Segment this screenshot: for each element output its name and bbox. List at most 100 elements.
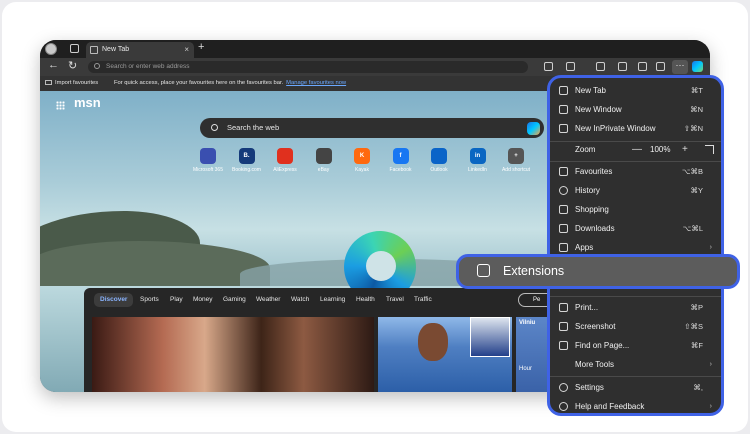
fullscreen-icon[interactable] <box>705 145 714 154</box>
menu-label: Favourites <box>575 167 613 176</box>
menu-shortcut: ⌘Y <box>690 186 703 195</box>
quick-link[interactable]: Microsoft 365 <box>188 148 228 173</box>
menu-item-screenshot[interactable]: Screenshot ⇧⌘S <box>550 318 721 336</box>
menu-item-zoom: Zoom — 100% + <box>550 141 721 159</box>
feed-tab[interactable]: Gaming <box>223 288 246 312</box>
manage-favourites-link[interactable]: Manage favourites now <box>286 80 346 86</box>
menu-item-settings[interactable]: Settings ⌘, <box>550 379 721 397</box>
feed-tab[interactable]: Money <box>193 288 213 312</box>
quick-link[interactable]: B. Booking.com <box>227 148 267 173</box>
menu-item-new-inprivate-window[interactable]: New InPrivate Window ⇧⌘N <box>550 120 721 138</box>
news-image-politician[interactable] <box>378 317 512 392</box>
import-favourites-label: Import favourites <box>55 80 99 86</box>
new-tab-icon <box>559 86 568 95</box>
menu-label: Settings <box>575 383 604 392</box>
web-search-input[interactable]: Search the web <box>200 118 544 138</box>
menu-item-more-tools[interactable]: More Tools › <box>550 356 721 374</box>
puzzle-icon <box>477 264 490 277</box>
history-icon <box>559 186 568 195</box>
import-favourites-button[interactable]: Import favourites <box>45 76 98 91</box>
menu-shortcut: ⌘N <box>690 105 703 114</box>
quick-link[interactable]: + Add shortcut <box>496 148 536 173</box>
screenshot-icon <box>559 322 568 331</box>
menu-label: More Tools <box>575 360 614 369</box>
quick-link[interactable]: in LinkedIn <box>458 148 498 173</box>
news-image-inset <box>470 317 510 357</box>
menu-item-downloads[interactable]: Downloads ⌥⌘L <box>550 220 721 238</box>
feed-tab[interactable]: Travel <box>386 288 404 312</box>
menu-item-print[interactable]: Print... ⌘P <box>550 299 721 317</box>
menu-item-shopping[interactable]: Shopping <box>550 201 721 219</box>
menu-label: Find on Page... <box>575 341 630 350</box>
quick-link-icon <box>277 148 293 164</box>
app-launcher-icon[interactable] <box>56 101 65 110</box>
tab-actions-icon[interactable] <box>70 44 79 53</box>
extensions-label: Extensions <box>503 264 565 278</box>
collections-icon[interactable] <box>638 62 647 71</box>
zoom-out-button[interactable]: — <box>632 141 642 159</box>
feed-tab[interactable]: Discover <box>94 293 134 307</box>
news-image-wrestlers[interactable] <box>92 317 374 392</box>
feed-tab[interactable]: Sports <box>140 288 159 312</box>
back-button[interactable]: ← <box>48 59 59 71</box>
quick-link[interactable]: f Facebook <box>381 148 421 173</box>
settings-and-more-button[interactable]: ··· <box>672 60 688 74</box>
menu-label: History <box>575 186 600 195</box>
toolbar: ← ↻ Search or enter web address ··· <box>40 58 710 76</box>
menu-label: Screenshot <box>575 322 616 331</box>
feed-tab[interactable]: Weather <box>256 288 280 312</box>
menu-shortcut: ⌘F <box>690 341 703 350</box>
refresh-button[interactable]: ↻ <box>68 59 77 72</box>
zoom-in-button[interactable]: + <box>682 141 688 159</box>
profile-avatar[interactable] <box>45 43 57 55</box>
quick-link-icon: in <box>469 148 486 164</box>
menu-shortcut: ⌘T <box>690 86 703 95</box>
quick-link-label: Kayak <box>355 167 369 173</box>
menu-item-extensions[interactable]: Extensions <box>456 254 740 289</box>
news-feed: Discover Sports Play Money Gaming Weather Watc… <box>84 288 554 392</box>
menu-item-history[interactable]: History ⌘Y <box>550 182 721 200</box>
quick-link-icon: K <box>354 148 370 164</box>
feed-tab[interactable]: Health <box>356 288 375 312</box>
search-icon <box>211 124 218 131</box>
menu-shortcut: ⇧⌘S <box>684 322 703 331</box>
msn-logo[interactable]: msn <box>74 95 101 110</box>
menu-item-new-window[interactable]: New Window ⌘N <box>550 101 721 119</box>
favourite-star-icon[interactable] <box>566 62 575 71</box>
tab-close-icon[interactable]: × <box>184 42 189 58</box>
copilot-search-icon[interactable] <box>527 122 540 135</box>
quick-link-icon <box>315 148 332 164</box>
menu-divider <box>550 161 721 162</box>
quick-link-icon: B. <box>238 148 255 164</box>
feed-tab[interactable]: Traffic <box>414 288 432 312</box>
quick-link[interactable]: AliExpress <box>265 148 305 173</box>
menu-label: New Tab <box>575 86 606 95</box>
quick-link[interactable]: K Kayak <box>342 148 382 173</box>
menu-item-favourites[interactable]: Favourites ⌥⌘B <box>550 163 721 181</box>
menu-item-new-tab[interactable]: New Tab ⌘T <box>550 82 721 100</box>
quick-link-label: eBay <box>317 167 330 173</box>
tab-new-tab[interactable]: New Tab × <box>86 42 194 58</box>
address-bar[interactable]: Search or enter web address <box>88 61 528 73</box>
tab-strip: New Tab × + <box>40 40 710 58</box>
favourites-bar-message: For quick access, place your favourites … <box>114 76 346 91</box>
quick-link[interactable]: eBay <box>304 148 344 173</box>
quick-link[interactable]: Outlook <box>419 148 459 173</box>
background-hill <box>40 241 270 291</box>
menu-item-help-and-feedback[interactable]: Help and Feedback › <box>550 398 721 413</box>
feed-tab[interactable]: Play <box>170 288 183 312</box>
new-tab-button[interactable]: + <box>198 41 204 53</box>
feed-tab[interactable]: Learning <box>320 288 345 312</box>
read-aloud-icon[interactable] <box>544 62 553 71</box>
favourites-icon <box>559 167 568 176</box>
zoom-label: Zoom <box>575 145 596 154</box>
folder-icon <box>45 80 52 85</box>
menu-item-find-on-page[interactable]: Find on Page... ⌘F <box>550 337 721 355</box>
quick-link-icon: + <box>508 148 524 164</box>
favourites-icon[interactable] <box>618 62 627 71</box>
browser-essentials-icon[interactable] <box>656 62 665 71</box>
apps-grid-icon <box>559 243 568 252</box>
split-screen-icon[interactable] <box>596 62 605 71</box>
feed-tab[interactable]: Watch <box>291 288 309 312</box>
copilot-icon[interactable] <box>692 61 703 72</box>
